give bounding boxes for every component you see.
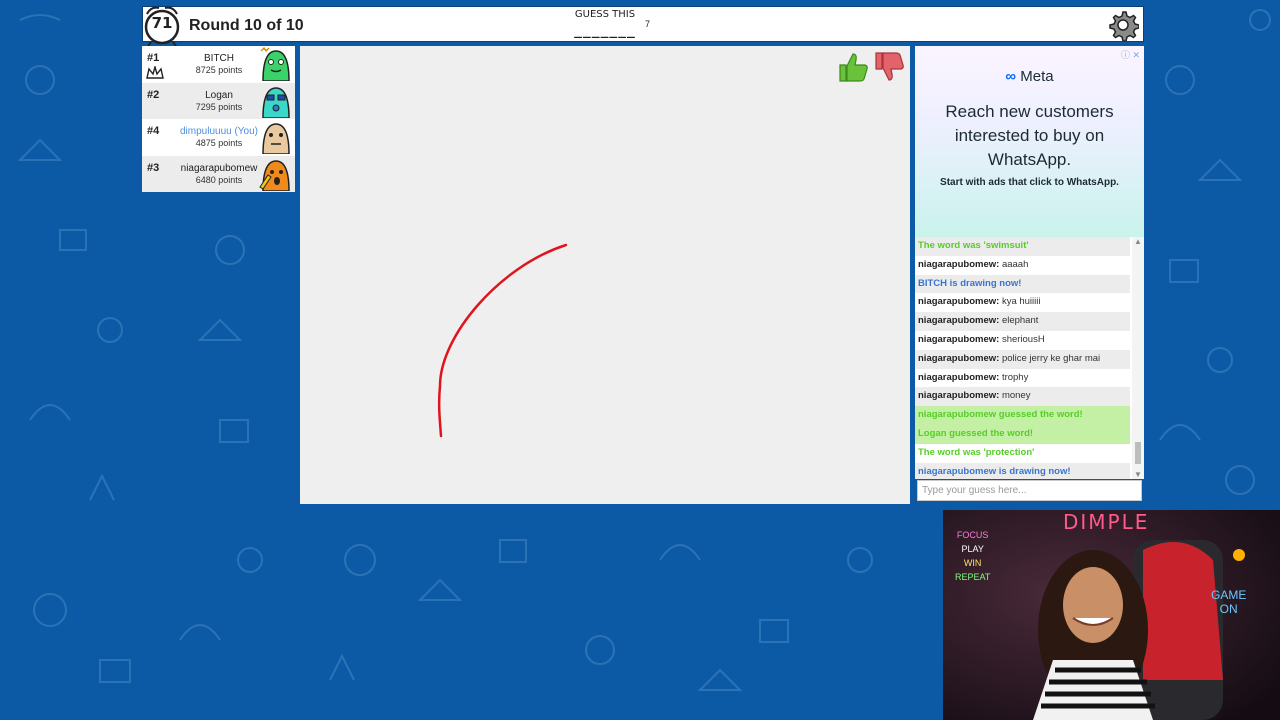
chat-text: money — [1001, 390, 1031, 402]
player-points: 4875 points — [195, 138, 243, 148]
chat-system-message: Logan guessed the word! — [918, 427, 1034, 439]
neon-word: REPEAT — [955, 572, 991, 582]
chat-system-message: niagarapubomew is drawing now! — [918, 465, 1071, 477]
chat-system-message: The word was 'protection' — [918, 446, 1035, 458]
thumbs-up-icon[interactable] — [836, 50, 870, 84]
settings-gear-icon[interactable] — [1107, 9, 1139, 41]
ad-info-icon[interactable]: ⓘ ✕ — [1121, 48, 1140, 61]
chat-message: The word was 'protection' — [915, 443, 1130, 463]
scrollbar-thumb[interactable] — [1135, 442, 1141, 464]
player-row[interactable]: #2 Logan 7295 points — [142, 82, 295, 119]
chat-message: niagarapubomew: sheriousH — [915, 330, 1130, 350]
thumbs-down-icon[interactable] — [872, 50, 906, 84]
player-row[interactable]: #4 dimpuluuuu (You) 4875 points — [142, 119, 295, 156]
word-blanks: _______ — [574, 24, 636, 39]
chat-message: niagarapubomew guessed the word! — [915, 406, 1130, 425]
chat-message: niagarapubomew: trophy — [915, 368, 1130, 388]
player-name: niagarapubomew — [180, 162, 258, 174]
chat-message: The word was 'swimsuit' — [915, 237, 1130, 256]
meta-infinity-icon: ∞ — [1005, 68, 1017, 85]
player-points: 6480 points — [195, 174, 243, 185]
player-rank: #3 — [147, 161, 160, 174]
game-header: 71 Round 10 of 10 GUESS THIS _______ 7 — [142, 6, 1144, 47]
neon-word: PLAY — [961, 544, 984, 554]
player-avatar-icon — [262, 123, 290, 154]
drawing-stroke — [437, 243, 568, 438]
player-avatar-icon — [259, 159, 290, 191]
chat-message: niagarapubomew: aaaah — [915, 255, 1130, 275]
ad-headline: Reach new customers interested to buy on… — [945, 102, 1114, 169]
chat-author: niagarapubomew: — [918, 371, 1000, 383]
chat-author: niagarapubomew: — [918, 296, 1000, 308]
streamer-webcam: DIMPLE FOCUS PLAY WIN REPEAT GAME ON — [943, 510, 1280, 720]
neon-word: WIN — [963, 558, 982, 568]
player-rank: #1 — [147, 52, 160, 64]
chat-log[interactable]: The word was 'swimsuit' niagarapubomew: a… — [915, 237, 1144, 479]
word-length: 7 — [645, 19, 651, 29]
chat-message: Logan guessed the word! — [915, 424, 1130, 444]
round-indicator: Round 10 of 10 — [189, 17, 304, 34]
player-name: Logan — [205, 89, 233, 101]
chat-message: niagarapubomew: elephant — [915, 312, 1130, 331]
neon-sign-top: DIMPLE — [1063, 510, 1150, 534]
chat-message: niagarapubomew: police jerry ke ghar mai — [915, 349, 1130, 369]
player-row[interactable]: #1 BITCH 8725 points — [142, 46, 295, 83]
player-points: 7295 points — [195, 101, 243, 112]
neon-sign-left: FOCUS PLAY WIN REPEAT — [955, 528, 990, 584]
chat-message: BITCH is drawing now! — [915, 274, 1130, 294]
round-timer: 71 — [143, 4, 181, 47]
player-points: 8725 points — [195, 65, 243, 75]
player-list: #1 BITCH 8725 points #2 Logan 7295 point… — [142, 46, 295, 192]
player-avatar-icon — [262, 86, 290, 118]
ad-subline: Start with ads that click to WhatsApp. — [940, 177, 1119, 188]
drawing-canvas[interactable] — [300, 46, 910, 504]
neon-sign-right: GAME ON — [1211, 588, 1246, 616]
advertisement-banner[interactable]: ⓘ ✕ ∞ Meta Reach new customers intereste… — [915, 46, 1144, 237]
chat-message: niagarapubomew is drawing now! — [915, 462, 1130, 479]
player-row[interactable]: #3 niagarapubomew 6480 points — [142, 155, 295, 192]
chat-author: niagarapubomew: — [918, 315, 1000, 327]
chat-text: sheriousH — [1001, 333, 1045, 345]
chat-messages: The word was 'swimsuit' niagarapubomew: a… — [915, 237, 1144, 479]
chat-text: elephant — [1001, 315, 1039, 327]
scroll-down-arrow-icon[interactable]: ▼ — [1132, 470, 1144, 479]
neon-word: ON — [1219, 602, 1238, 616]
player-rank: #2 — [147, 88, 160, 101]
timer-value: 71 — [151, 14, 173, 32]
chat-text: kya huiiiii — [1001, 296, 1041, 308]
chat-author: niagarapubomew: — [918, 390, 1000, 402]
neon-word: GAME — [1211, 588, 1247, 602]
ad-brand: ∞ Meta — [915, 68, 1144, 85]
chat-author: niagarapubomew: — [918, 258, 1000, 270]
chat-text: police jerry ke ghar mai — [1001, 352, 1101, 364]
neon-word: FOCUS — [956, 530, 989, 540]
chat-author: niagarapubomew: — [918, 333, 1000, 345]
player-avatar-icon — [260, 47, 290, 81]
chat-text: aaaah — [1001, 258, 1029, 270]
chat-author: niagarapubomew: — [918, 352, 1000, 364]
player-rank: #4 — [147, 125, 160, 137]
scroll-up-arrow-icon[interactable]: ▲ — [1132, 237, 1144, 246]
chat-text: trophy — [1001, 371, 1029, 383]
chat-message: niagarapubomew: money — [915, 387, 1130, 407]
chat-system-message: The word was 'swimsuit' — [918, 240, 1029, 251]
crown-icon — [146, 66, 164, 79]
player-name: dimpuluuuu (You) — [179, 126, 259, 137]
guess-input[interactable] — [917, 480, 1142, 501]
ad-brand-text: Meta — [1020, 68, 1054, 85]
guess-this-label: GUESS THIS — [574, 9, 636, 20]
chat-system-message: BITCH is drawing now! — [918, 277, 1022, 289]
player-name: BITCH — [204, 53, 234, 64]
chat-scrollbar[interactable]: ▲ ▼ — [1132, 237, 1144, 479]
chat-message: niagarapubomew: kya huiiiii — [915, 293, 1130, 313]
chat-system-message: niagarapubomew guessed the word! — [918, 409, 1083, 421]
